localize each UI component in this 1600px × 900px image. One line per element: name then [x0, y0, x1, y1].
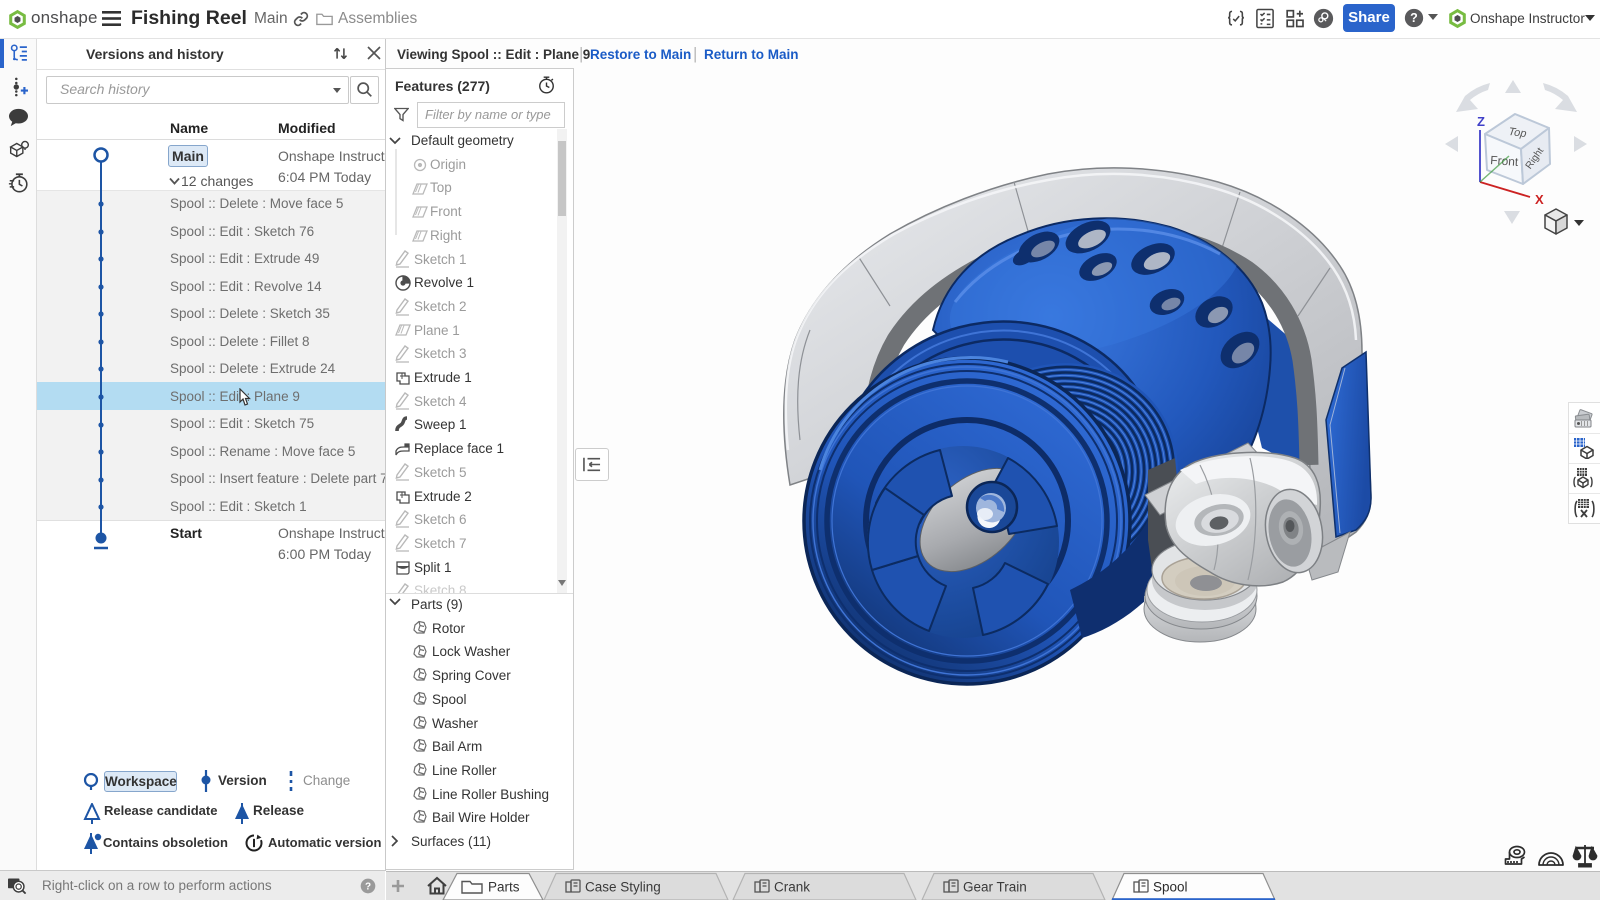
svg-text:Case Styling: Case Styling	[585, 880, 661, 895]
svg-text:Parts: Parts	[488, 880, 520, 895]
svg-text:Front: Front	[1490, 153, 1520, 169]
svg-text:Spool: Spool	[1153, 880, 1188, 895]
svg-text:Crank: Crank	[774, 880, 810, 895]
svg-text:Top: Top	[1508, 126, 1527, 140]
svg-text:X: X	[1535, 192, 1544, 207]
svg-text:Gear Train: Gear Train	[963, 880, 1027, 895]
svg-text:?: ?	[365, 881, 371, 892]
svg-text:Z: Z	[1477, 114, 1485, 129]
svg-text:?: ?	[1410, 11, 1418, 25]
